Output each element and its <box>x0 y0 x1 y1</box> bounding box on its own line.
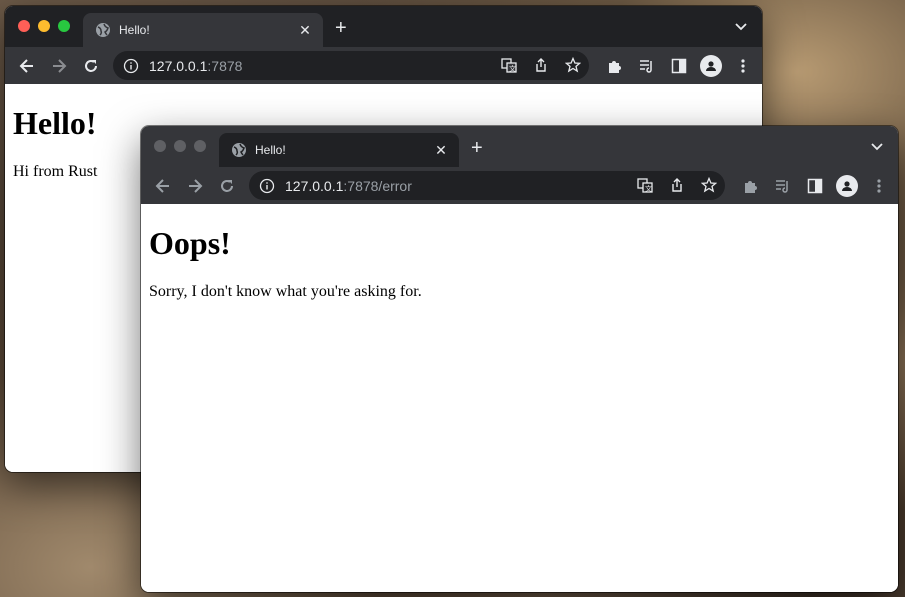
page-heading: Oops! <box>149 225 231 261</box>
tab-strip: Hello! ✕ + <box>141 126 898 167</box>
minimize-window-button[interactable] <box>38 20 50 32</box>
toolbar: 127.0.0.1:7878/error 文 <box>141 167 898 204</box>
reload-icon[interactable] <box>211 170 243 202</box>
maximize-window-button[interactable] <box>58 20 70 32</box>
reading-list-icon[interactable] <box>772 175 794 197</box>
url-text: 127.0.0.1:7878/error <box>285 178 412 194</box>
url-host: 127.0.0.1 <box>149 57 208 74</box>
translate-icon[interactable]: 文 <box>635 175 655 195</box>
tab-title: Hello! <box>255 143 286 157</box>
page-paragraph: Sorry, I don't know what you're asking f… <box>149 283 422 300</box>
new-tab-button[interactable]: + <box>335 18 347 38</box>
translate-icon[interactable]: 文 <box>499 55 519 75</box>
tab-hello[interactable]: Hello! ✕ <box>219 133 459 167</box>
close-window-button[interactable] <box>18 20 30 32</box>
site-info-icon[interactable] <box>123 58 139 74</box>
url-path: :7878 <box>207 57 243 74</box>
forward-arrow-icon[interactable] <box>179 170 211 202</box>
share-icon[interactable] <box>667 175 687 195</box>
svg-text:文: 文 <box>509 64 516 73</box>
window-controls <box>18 20 70 32</box>
maximize-window-button[interactable] <box>194 140 206 152</box>
close-tab-icon[interactable]: ✕ <box>297 22 313 39</box>
page-content: Oops! Sorry, I don't know what you're as… <box>141 204 898 592</box>
url-host: 127.0.0.1 <box>285 177 344 194</box>
tab-strip: Hello! ✕ + <box>5 6 762 47</box>
svg-text:文: 文 <box>645 184 652 193</box>
globe-icon <box>95 22 111 38</box>
window-controls <box>154 140 206 152</box>
profile-avatar-icon[interactable] <box>836 175 858 197</box>
address-bar[interactable]: 127.0.0.1:7878 文 <box>113 51 589 80</box>
tab-search-chevron-icon[interactable] <box>870 140 884 159</box>
forward-arrow-icon[interactable] <box>43 50 75 82</box>
reading-list-icon[interactable] <box>636 55 658 77</box>
profile-avatar-icon[interactable] <box>700 55 722 77</box>
extensions-puzzle-icon[interactable] <box>740 175 762 197</box>
reload-icon[interactable] <box>75 50 107 82</box>
more-menu-icon[interactable] <box>868 175 890 197</box>
url-text: 127.0.0.1:7878 <box>149 58 242 74</box>
new-tab-button[interactable]: + <box>471 138 483 158</box>
close-window-button[interactable] <box>154 140 166 152</box>
url-path: :7878/error <box>343 177 412 194</box>
tab-search-chevron-icon[interactable] <box>734 20 748 39</box>
site-info-icon[interactable] <box>259 178 275 194</box>
side-panel-icon[interactable] <box>668 55 690 77</box>
minimize-window-button[interactable] <box>174 140 186 152</box>
bookmark-star-icon[interactable] <box>699 175 719 195</box>
close-tab-icon[interactable]: ✕ <box>433 142 449 159</box>
more-menu-icon[interactable] <box>732 55 754 77</box>
extensions-puzzle-icon[interactable] <box>604 55 626 77</box>
share-icon[interactable] <box>531 55 551 75</box>
side-panel-icon[interactable] <box>804 175 826 197</box>
browser-window-front[interactable]: Hello! ✕ + 127.0.0.1:7878/error 文 Oops! … <box>141 126 898 592</box>
back-arrow-icon[interactable] <box>147 170 179 202</box>
tab-title: Hello! <box>119 23 150 37</box>
toolbar: 127.0.0.1:7878 文 <box>5 47 762 84</box>
bookmark-star-icon[interactable] <box>563 55 583 75</box>
tab-hello[interactable]: Hello! ✕ <box>83 13 323 47</box>
globe-icon <box>231 142 247 158</box>
back-arrow-icon[interactable] <box>11 50 43 82</box>
address-bar[interactable]: 127.0.0.1:7878/error 文 <box>249 171 725 200</box>
